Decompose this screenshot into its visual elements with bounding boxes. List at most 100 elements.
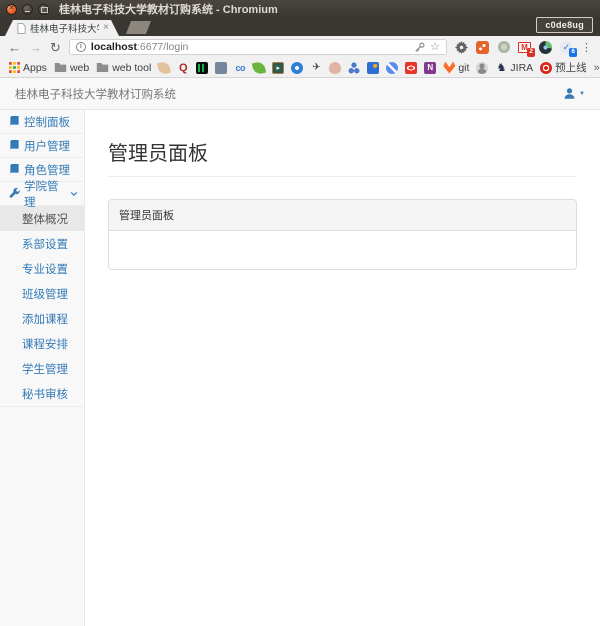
panel-body — [109, 231, 576, 269]
gmail-badge: 2 — [527, 48, 535, 57]
site-brand[interactable]: 桂林电子科技大学教材订购系统 — [15, 86, 176, 102]
photo-favicon[interactable] — [367, 61, 380, 74]
folder-label: web — [69, 61, 90, 74]
url-text[interactable]: localhost:6677/login — [91, 41, 409, 53]
settings-gear-icon[interactable] — [455, 40, 468, 54]
page-icon — [17, 23, 26, 34]
play-favicon[interactable]: ▸ — [272, 61, 285, 74]
wrench-icon — [9, 188, 20, 198]
folder-icon — [54, 63, 67, 72]
book-icon — [10, 116, 19, 126]
password-key-icon[interactable] — [414, 41, 425, 53]
admin-panel: 管理员面板 — [108, 199, 577, 270]
reload-icon[interactable]: ↻ — [50, 41, 61, 54]
address-bar[interactable]: i localhost:6677/login ☆ — [68, 39, 447, 55]
jira-label: JIRA — [510, 61, 534, 74]
bookmark-folder-web[interactable]: web — [54, 62, 89, 74]
tab-title: 桂林电子科技大学教材订购系统 — [30, 24, 97, 35]
site-info-icon[interactable]: i — [75, 42, 86, 52]
bookmark-preonline[interactable]: 预上线 — [540, 60, 587, 75]
caret-down-icon: ▼ — [579, 90, 585, 97]
apps-grid-icon — [9, 62, 20, 73]
person-favicon[interactable] — [476, 61, 489, 74]
tasks-extension-icon[interactable]: ✓ 6 — [560, 40, 577, 57]
bookmarks-overflow-icon[interactable]: » — [594, 62, 600, 74]
sidebar-subitem-secretary-review[interactable]: 秘书审核 — [0, 381, 84, 406]
sidebar-subitem-classes[interactable]: 班级管理 — [0, 281, 84, 306]
screen: 桂林电子科技大学教材订购系统 - Chromium 桂林电子科技大学教材订购系统… — [0, 0, 600, 626]
gitlab-fox-icon — [443, 61, 456, 74]
window-titlebar: 桂林电子科技大学教材订购系统 - Chromium — [0, 0, 600, 18]
q-favicon[interactable]: Q — [177, 62, 189, 74]
user-menu[interactable]: ▼ — [563, 87, 585, 100]
url-host: localhost — [90, 41, 137, 53]
gmail-extension-icon[interactable]: M 2 — [518, 41, 535, 57]
url-path: :6677/login — [137, 41, 189, 53]
window-close-button[interactable] — [6, 3, 17, 15]
window-minimize-button[interactable] — [22, 3, 33, 15]
sidebar-subitem-overview[interactable]: 整体概况 — [0, 206, 84, 231]
web-page: 桂林电子科技大学教材订购系统 ▼ 控制面板 用户管理 角色管理 学院管理 整体概… — [0, 78, 600, 626]
slate-favicon[interactable] — [215, 61, 228, 74]
bookmark-git[interactable]: git — [443, 61, 470, 74]
bookmark-folder-webtool[interactable]: web tool — [96, 62, 151, 74]
git-label: git — [458, 61, 470, 74]
page-title: 管理员面板 — [108, 137, 577, 177]
sidebar-subitem-students[interactable]: 学生管理 — [0, 356, 84, 381]
extension-muted-icon[interactable] — [497, 41, 510, 54]
oracle-favicon[interactable] — [405, 61, 418, 74]
forward-icon[interactable]: → — [29, 41, 42, 54]
sidebar-item-users[interactable]: 用户管理 — [0, 134, 84, 158]
sidebar-item-college[interactable]: 学院管理 — [0, 181, 84, 209]
back-icon[interactable]: ← — [8, 41, 21, 54]
launch-ring-icon — [540, 61, 553, 74]
co-favicon[interactable]: co — [234, 62, 246, 74]
quill-favicon[interactable] — [157, 60, 172, 75]
site-content: 控制面板 用户管理 角色管理 学院管理 整体概况 系部设置 专业设置 班级管理 … — [0, 110, 600, 626]
window-buttons — [6, 3, 49, 15]
sidebar-item-label: 角色管理 — [24, 164, 70, 177]
plane-favicon[interactable]: ✈ — [310, 62, 322, 74]
proxy-extension-icon[interactable] — [539, 40, 552, 54]
sidebar-submenu: 整体概况 系部设置 专业设置 班级管理 添加课程 课程安排 学生管理 秘书审核 — [0, 206, 84, 407]
book-icon — [10, 164, 19, 174]
browser-menu-icon[interactable]: ⋮ — [581, 41, 592, 54]
sidebar-subitem-majors[interactable]: 专业设置 — [0, 256, 84, 281]
tab-close-icon[interactable]: × — [103, 23, 109, 33]
new-tab-button[interactable] — [126, 21, 151, 34]
browser-tab[interactable]: 桂林电子科技大学教材订购系统 × — [5, 20, 119, 36]
sidebar-subitem-departments[interactable]: 系部设置 — [0, 231, 84, 256]
tri-circle-favicon[interactable] — [348, 61, 361, 74]
sidebar-subitem-add-course[interactable]: 添加课程 — [0, 306, 84, 331]
book-icon — [10, 140, 19, 150]
site-navbar: 桂林电子科技大学教材订购系统 ▼ — [0, 78, 600, 110]
panel-heading: 管理员面板 — [109, 200, 576, 231]
sidebar-item-label: 用户管理 — [24, 140, 70, 153]
browser-toolbar: ← → ↻ i localhost:6677/login ☆ M 2 ✓ 6 ⋮ — [0, 36, 600, 58]
apps-label: Apps — [23, 61, 47, 74]
main-content: 管理员面板 管理员面板 — [85, 110, 600, 626]
blue-circle-favicon[interactable] — [291, 61, 304, 74]
apps-shortcut[interactable]: Apps — [9, 62, 47, 74]
hand-favicon[interactable] — [329, 61, 342, 74]
sidebar-item-label: 控制面板 — [24, 116, 70, 129]
jira-knight-icon: ♞ — [496, 62, 507, 74]
bookmark-jira[interactable]: ♞ JIRA — [495, 61, 534, 75]
chevron-down-icon — [70, 191, 78, 196]
sidebar: 控制面板 用户管理 角色管理 学院管理 整体概况 系部设置 专业设置 班级管理 … — [0, 110, 85, 626]
window-title: 桂林电子科技大学教材订购系统 - Chromium — [59, 4, 278, 16]
sidebar-item-label: 学院管理 — [24, 180, 59, 209]
folder-icon — [97, 63, 109, 72]
window-maximize-button[interactable] — [38, 3, 49, 15]
link-favicon[interactable] — [386, 61, 399, 74]
onenote-favicon[interactable]: N — [424, 61, 437, 74]
sidebar-item-dashboard[interactable]: 控制面板 — [0, 110, 84, 134]
tab-strip: 桂林电子科技大学教材订购系统 × c0de8ug — [0, 17, 600, 36]
bookmark-star-icon[interactable]: ☆ — [430, 41, 440, 53]
extension-orange-icon[interactable] — [476, 40, 489, 54]
terminal-favicon[interactable] — [196, 61, 209, 74]
sidebar-subitem-course-schedule[interactable]: 课程安排 — [0, 331, 84, 356]
bookmarks-bar: Apps web web tool Q co ▸ ✈ N git ♞ JIRA … — [0, 58, 600, 78]
user-icon — [564, 88, 575, 99]
spring-leaf-favicon[interactable] — [252, 60, 267, 75]
